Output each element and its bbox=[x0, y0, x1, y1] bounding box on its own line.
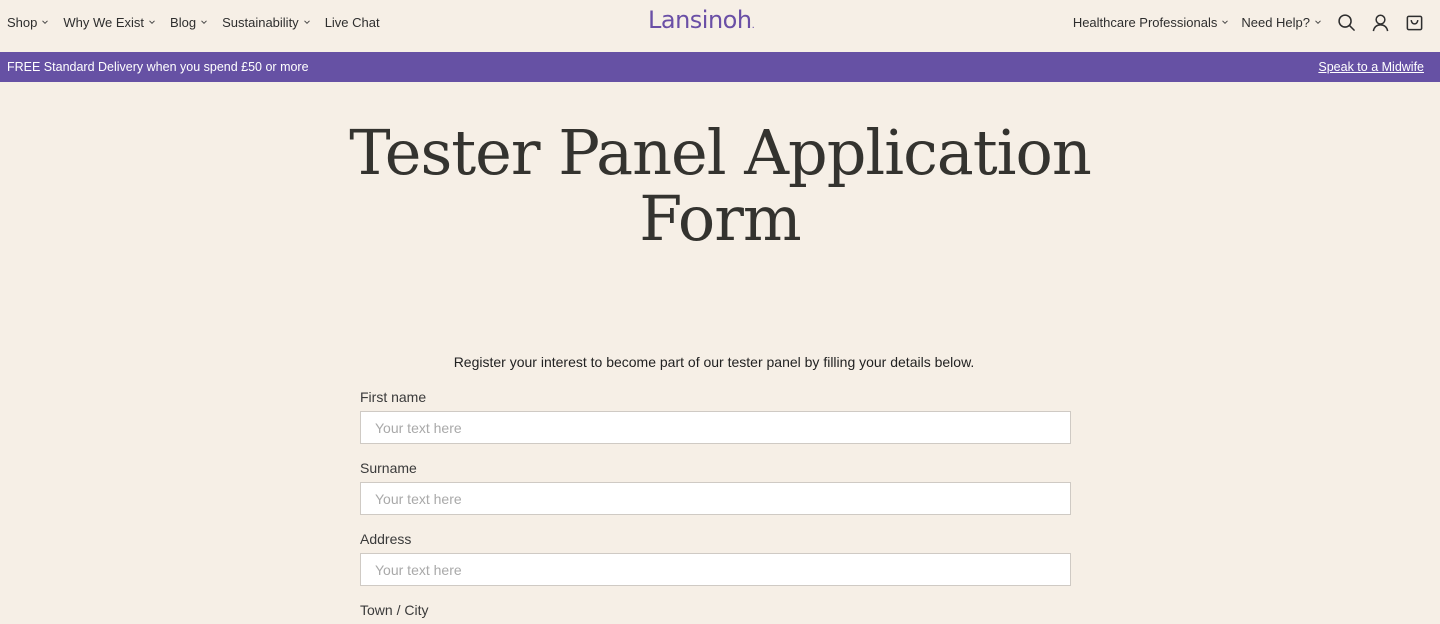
first-name-field[interactable] bbox=[360, 411, 1071, 444]
nav-item-live-chat[interactable]: Live Chat bbox=[325, 15, 380, 30]
first-name-label: First name bbox=[360, 389, 427, 405]
town-city-label: Town / City bbox=[360, 602, 429, 618]
form-intro: Register your interest to become part of… bbox=[453, 354, 975, 370]
chevron-down-icon bbox=[1314, 18, 1322, 26]
surname-label: Surname bbox=[360, 460, 417, 476]
nav-item-label: Shop bbox=[7, 14, 38, 30]
search-icon[interactable] bbox=[1336, 12, 1356, 32]
speak-to-midwife-link[interactable]: Speak to a Midwife bbox=[1318, 60, 1424, 74]
chevron-down-icon bbox=[303, 18, 311, 26]
cart-icon[interactable] bbox=[1404, 12, 1424, 32]
promo-bar: FREE Standard Delivery when you spend £5… bbox=[0, 52, 1440, 82]
tester-panel-form: First name Surname Address Town / City bbox=[360, 388, 1071, 624]
page-title-line1: Tester Panel Application bbox=[349, 116, 1092, 189]
account-icon[interactable] bbox=[1370, 12, 1390, 32]
nav-item-label: Why We Exist bbox=[63, 14, 145, 30]
chevron-down-icon bbox=[200, 18, 208, 26]
nav-item-sustainability[interactable]: Sustainability bbox=[222, 15, 311, 30]
nav-item-label: Live Chat bbox=[324, 14, 380, 30]
nav-item-label: Need Help? bbox=[1241, 14, 1310, 30]
nav-item-label: Healthcare Professionals bbox=[1072, 14, 1218, 30]
chevron-down-icon bbox=[41, 18, 49, 26]
nav-item-healthcare-professionals[interactable]: Healthcare Professionals bbox=[1073, 15, 1230, 30]
primary-nav: Shop Why We Exist Blog Sustainability Li… bbox=[7, 0, 394, 44]
nav-item-label: Sustainability bbox=[222, 14, 299, 30]
address-label: Address bbox=[360, 531, 412, 547]
page-title: Tester Panel Application Form bbox=[0, 120, 1440, 252]
page-title-line2: Form bbox=[639, 182, 801, 255]
chevron-down-icon bbox=[1221, 18, 1229, 26]
logo-text: Lansinoh bbox=[648, 6, 752, 34]
surname-field[interactable] bbox=[360, 482, 1071, 515]
nav-item-shop[interactable]: Shop bbox=[7, 15, 49, 30]
logo-dot: . bbox=[751, 20, 755, 31]
brand-logo[interactable]: Lansinoh. bbox=[648, 6, 755, 38]
address-field[interactable] bbox=[360, 553, 1071, 586]
nav-item-why-we-exist[interactable]: Why We Exist bbox=[63, 15, 156, 30]
nav-item-need-help[interactable]: Need Help? bbox=[1241, 15, 1322, 30]
secondary-nav: Healthcare Professionals Need Help? bbox=[1073, 0, 1424, 44]
site-header: Shop Why We Exist Blog Sustainability Li… bbox=[0, 0, 1440, 52]
chevron-down-icon bbox=[148, 18, 156, 26]
nav-item-blog[interactable]: Blog bbox=[170, 15, 208, 30]
promo-text: FREE Standard Delivery when you spend £5… bbox=[7, 60, 309, 74]
nav-item-label: Blog bbox=[170, 14, 197, 30]
